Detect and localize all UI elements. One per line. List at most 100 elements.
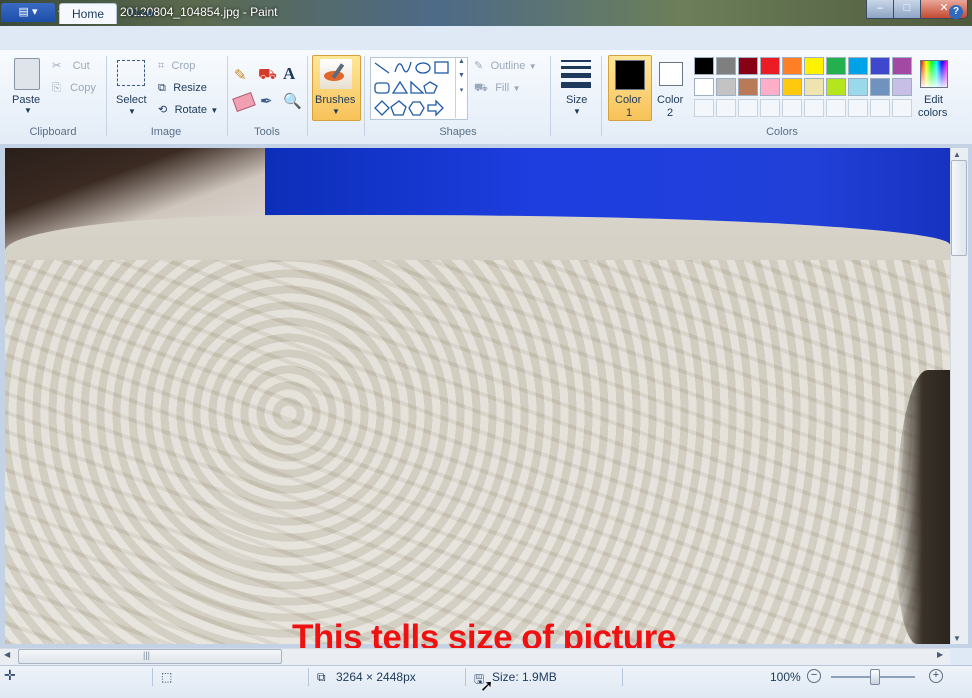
copy-button[interactable]: ⎘ Copy	[52, 80, 96, 95]
tab-home[interactable]: Home	[59, 3, 118, 24]
resize-button[interactable]: ⧉ Resize	[158, 80, 207, 95]
fill-button[interactable]: ⛟ Fill ▼	[474, 80, 521, 96]
crop-button[interactable]: ⌗ Crop	[158, 58, 195, 73]
palette-swatch[interactable]	[782, 57, 802, 75]
palette-empty-swatch[interactable]	[826, 99, 846, 117]
palette-empty-swatch[interactable]	[716, 99, 736, 117]
copy-icon: ⎘	[52, 82, 61, 94]
palette-swatch[interactable]	[738, 78, 758, 96]
colors-group-label: Colors	[766, 126, 798, 138]
scroll-right-icon[interactable]: ▶	[937, 650, 943, 659]
color2-label: Color	[657, 94, 684, 106]
palette-swatch[interactable]	[782, 78, 802, 96]
palette-swatch[interactable]	[716, 78, 736, 96]
photo-quilt	[5, 260, 950, 644]
crop-label: Crop	[171, 60, 196, 72]
scroll-up-icon[interactable]: ▲	[953, 150, 961, 159]
palette-swatch[interactable]	[716, 57, 736, 75]
tab-view[interactable]: View	[116, 3, 166, 23]
minimize-button[interactable]: –	[866, 0, 894, 19]
maximize-button[interactable]: □	[893, 0, 921, 19]
zoom-in-button[interactable]: +	[929, 669, 943, 683]
palette-empty-swatch[interactable]	[760, 99, 780, 117]
brushes-dropdown-icon: ▼	[332, 107, 340, 116]
vertical-scroll-thumb[interactable]	[951, 160, 967, 256]
fill-bucket-icon[interactable]: ⛟	[258, 66, 277, 85]
color1-swatch	[615, 60, 645, 90]
palette-swatch[interactable]	[870, 57, 890, 75]
color2-button[interactable]: Color 2	[654, 56, 690, 119]
palette-swatch[interactable]	[760, 57, 780, 75]
palette-swatch[interactable]	[694, 78, 714, 96]
scroll-down-icon[interactable]: ▼	[953, 634, 961, 643]
palette-swatch[interactable]	[826, 78, 846, 96]
menu-icon: ▤ ▾	[18, 6, 38, 18]
color1-button[interactable]: Color 1	[608, 55, 652, 121]
shapes-gallery[interactable]: ▲ ▼ ▾	[370, 57, 468, 120]
fill-label: Fill	[495, 82, 510, 94]
copy-label: Copy	[70, 82, 96, 94]
ribbon-divider	[106, 56, 107, 136]
line-width-icon	[561, 60, 591, 62]
shapes-group-label: Shapes	[439, 126, 477, 138]
help-icon[interactable]: ?	[949, 5, 963, 19]
palette-empty-swatch[interactable]	[848, 99, 868, 117]
palette-swatch[interactable]	[826, 57, 846, 75]
brush-icon	[320, 59, 352, 89]
palette-swatch[interactable]	[804, 57, 824, 75]
zoom-slider-thumb[interactable]	[870, 669, 880, 685]
palette-swatch[interactable]	[892, 57, 912, 75]
palette-swatch[interactable]	[848, 78, 868, 96]
scroll-left-icon[interactable]: ◀	[4, 650, 10, 659]
size-label: Size	[566, 94, 588, 106]
ribbon-divider	[307, 56, 308, 136]
palette-empty-swatch[interactable]	[738, 99, 758, 117]
palette-swatch[interactable]	[760, 78, 780, 96]
tools-group-label: Tools	[254, 126, 280, 138]
image-dimensions: 3264 × 2448px	[336, 670, 416, 684]
color-palette	[694, 57, 914, 121]
cut-label: Cut	[72, 60, 90, 72]
select-dropdown-icon: ▼	[128, 107, 136, 116]
palette-empty-swatch[interactable]	[870, 99, 890, 117]
edit-colors-button[interactable]: Edit colors	[916, 56, 952, 120]
palette-empty-swatch[interactable]	[892, 99, 912, 117]
color2-number: 2	[667, 107, 674, 119]
palette-empty-swatch[interactable]	[694, 99, 714, 117]
paint-menu-button[interactable]: ▤ ▾	[1, 3, 55, 22]
horizontal-scroll-thumb[interactable]: |||	[18, 649, 282, 664]
palette-swatch[interactable]	[738, 57, 758, 75]
fill-icon: ⛟	[474, 82, 488, 94]
magnifier-icon[interactable]: 🔍	[283, 92, 302, 110]
resize-icon: ⧉	[158, 82, 166, 94]
palette-swatch[interactable]	[892, 78, 912, 96]
color1-number: 1	[626, 107, 633, 119]
file-size: Size: 1.9MB	[492, 670, 557, 684]
status-divider	[308, 668, 309, 686]
palette-swatch[interactable]	[848, 57, 868, 75]
shapes-scroll-icon[interactable]: ▲ ▼ ▾	[455, 58, 467, 118]
color-picker-icon[interactable]: ✒	[260, 92, 273, 110]
size-button[interactable]: Size ▼	[558, 56, 594, 118]
clipboard-icon	[14, 58, 40, 90]
palette-empty-swatch[interactable]	[804, 99, 824, 117]
pencil-icon[interactable]: ✎	[234, 66, 247, 84]
paste-label: Paste	[12, 94, 41, 106]
text-tool-icon[interactable]: A	[283, 64, 295, 84]
palette-empty-swatch[interactable]	[782, 99, 802, 117]
brushes-button[interactable]: Brushes ▼	[312, 55, 361, 121]
rotate-button[interactable]: ⟲ Rotate ▼	[158, 102, 218, 116]
select-button[interactable]: Select ▼	[113, 56, 149, 116]
zoom-out-button[interactable]: −	[807, 669, 821, 683]
palette-swatch[interactable]	[804, 78, 824, 96]
status-divider	[622, 668, 623, 686]
palette-swatch[interactable]	[694, 57, 714, 75]
outline-button[interactable]: ✎ Outline ▼	[474, 58, 537, 72]
paste-button[interactable]: Paste ▼	[10, 56, 44, 115]
color-spectrum-icon	[920, 60, 948, 88]
cut-button[interactable]: ✂ Cut	[52, 58, 90, 72]
ribbon-divider	[364, 56, 365, 136]
fill-dropdown-icon: ▼	[512, 84, 521, 93]
palette-swatch[interactable]	[870, 78, 890, 96]
zoom-level: 100%	[770, 670, 801, 684]
